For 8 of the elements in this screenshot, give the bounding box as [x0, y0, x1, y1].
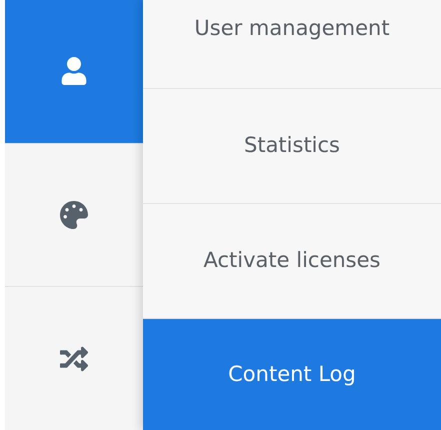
menu-item[interactable]: Content Log: [143, 318, 441, 430]
menu-item[interactable]: Statistics: [143, 88, 441, 203]
menu-item[interactable]: User management: [143, 0, 441, 88]
palette-icon: [60, 201, 88, 229]
shuffle-icon: [60, 344, 88, 373]
sidebar-tab[interactable]: [5, 0, 143, 143]
user-icon: [60, 57, 88, 86]
sidebar-tab[interactable]: [5, 142, 143, 286]
